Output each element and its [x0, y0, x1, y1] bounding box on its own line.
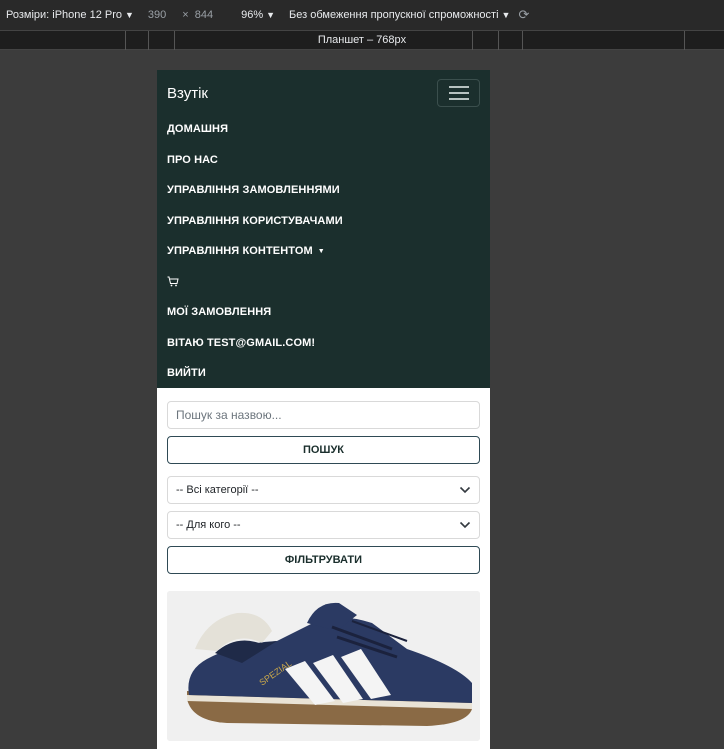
cart-icon [167, 276, 179, 287]
nav-item-order-management[interactable]: УПРАВЛІННЯ ЗАМОВЛЕННЯМИ [167, 175, 343, 206]
filter-button[interactable]: ФІЛЬТРУВАТИ [167, 546, 480, 574]
navbar: Взутік ДОМАШНЯ ПРО НАС УПРАВЛІННЯ ЗАМОВЛ… [157, 70, 490, 388]
nav-item-label: УПРАВЛІННЯ КОНТЕНТОМ [167, 245, 313, 258]
navbar-toggler-button[interactable] [437, 79, 480, 107]
product-card[interactable]: SPEZIAL [167, 591, 480, 741]
search-button[interactable]: ПОШУК [167, 436, 480, 464]
rotate-icon[interactable]: ⟳ [518, 7, 529, 23]
media-query-bar: Планшет – 768px [0, 30, 724, 50]
device-viewport: Взутік ДОМАШНЯ ПРО НАС УПРАВЛІННЯ ЗАМОВЛ… [157, 70, 490, 749]
width-input[interactable]: 390 [148, 9, 166, 21]
height-input[interactable]: 844 [195, 9, 213, 21]
nav-item-home[interactable]: ДОМАШНЯ [167, 114, 343, 145]
device-label: Розміри: iPhone 12 Pro [6, 9, 122, 21]
for-whom-select-value: -- Для кого -- [176, 519, 241, 531]
main-content: Пошук за назвою... ПОШУК -- Всі категорі… [157, 388, 490, 741]
times-symbol: × [182, 9, 189, 21]
nav-item-logout[interactable]: ВИЙТИ [167, 358, 343, 389]
hamburger-icon [448, 98, 469, 100]
for-whom-select[interactable]: -- Для кого -- [167, 511, 480, 539]
zoom-label: 96% [241, 9, 264, 21]
throttling-label: Без обмеження пропускної спроможності [289, 9, 499, 21]
category-select-value: -- Всі категорії -- [176, 484, 259, 496]
nav-list: ДОМАШНЯ ПРО НАС УПРАВЛІННЯ ЗАМОВЛЕННЯМИ … [167, 114, 343, 389]
search-input[interactable]: Пошук за назвою... [167, 401, 480, 429]
category-select[interactable]: -- Всі категорії -- [167, 476, 480, 504]
devtools-device-toolbar: Розміри: iPhone 12 Pro ▼ 390 × 844 96% ▼ Б… [0, 0, 724, 30]
nav-item-about[interactable]: ПРО НАС [167, 145, 343, 176]
hamburger-icon [448, 92, 469, 94]
nav-item-user-management[interactable]: УПРАВЛІННЯ КОРИСТУВАЧАМИ [167, 206, 343, 237]
throttling-select[interactable]: Без обмеження пропускної спроможності ▼ [289, 9, 510, 21]
zoom-select[interactable]: 96% ▼ [241, 9, 275, 21]
nav-item-my-orders[interactable]: МОЇ ЗАМОВЛЕННЯ [167, 297, 343, 328]
product-image[interactable]: SPEZIAL [167, 591, 480, 741]
chevron-down-icon: ▼ [125, 10, 134, 20]
nav-item-content-management[interactable]: УПРАВЛІННЯ КОНТЕНТОМ ▼ [167, 236, 343, 267]
brand-logo[interactable]: Взутік [167, 85, 208, 102]
chevron-down-icon: ▼ [501, 10, 511, 20]
hamburger-icon [448, 86, 469, 88]
media-query-label[interactable]: Планшет – 768px [0, 34, 724, 46]
nav-item-cart[interactable] [167, 267, 343, 298]
caret-down-icon: ▼ [317, 247, 325, 255]
chevron-down-icon [459, 521, 471, 529]
device-select[interactable]: Розміри: iPhone 12 Pro ▼ [6, 9, 134, 21]
nav-item-greeting[interactable]: ВІТАЮ TEST@GMAIL.COM! [167, 328, 343, 359]
chevron-down-icon: ▼ [266, 10, 276, 20]
chevron-down-icon [459, 486, 471, 494]
